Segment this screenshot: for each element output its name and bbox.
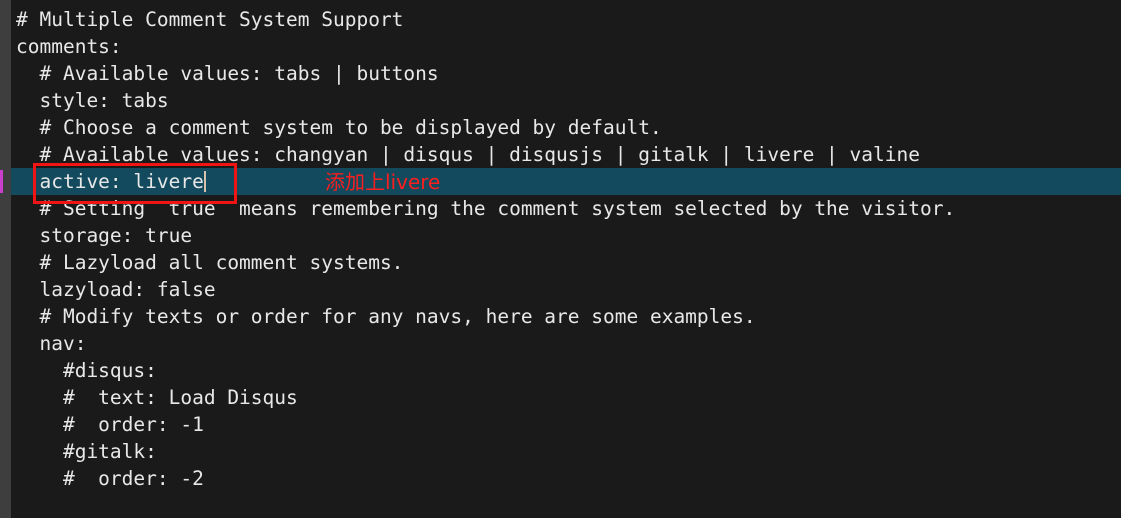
code-line[interactable]: # Multiple Comment System Support bbox=[11, 6, 1121, 33]
code-line-text: # Available values: tabs | buttons bbox=[16, 62, 439, 85]
code-line-text: active: livere bbox=[16, 170, 204, 193]
code-line-text: # Lazyload all comment systems. bbox=[16, 251, 404, 274]
code-line-text: style: tabs bbox=[16, 89, 169, 112]
code-line-text: # order: -1 bbox=[16, 413, 204, 436]
code-line-text: comments: bbox=[16, 35, 122, 58]
code-line[interactable]: # Available values: changyan | disqus | … bbox=[11, 141, 1121, 168]
code-line-text: #disqus: bbox=[16, 359, 157, 382]
code-line-text: # Available values: changyan | disqus | … bbox=[16, 143, 920, 166]
code-line[interactable]: # order: -1 bbox=[11, 411, 1121, 438]
code-line-text: nav: bbox=[16, 332, 87, 355]
code-line-text: # Choose a comment system to be displaye… bbox=[16, 116, 662, 139]
code-line[interactable]: nav: bbox=[11, 330, 1121, 357]
code-line[interactable]: storage: true bbox=[11, 222, 1121, 249]
code-line-text: # text: Load Disqus bbox=[16, 386, 298, 409]
active-line-marker-icon bbox=[0, 170, 3, 193]
code-line[interactable]: comments: bbox=[11, 33, 1121, 60]
code-line[interactable]: # order: -2 bbox=[11, 465, 1121, 492]
code-line[interactable]: lazyload: false bbox=[11, 276, 1121, 303]
code-line[interactable]: # Setting true means remembering the com… bbox=[11, 195, 1121, 222]
code-line[interactable]: style: tabs bbox=[11, 87, 1121, 114]
code-line-active[interactable]: active: livere bbox=[0, 168, 1121, 195]
code-line-text: # Setting true means remembering the com… bbox=[16, 197, 956, 220]
code-line-list: # Multiple Comment System Support comment… bbox=[0, 6, 1121, 492]
code-line-text: storage: true bbox=[16, 224, 193, 247]
code-editor-screenshot: # Multiple Comment System Support comment… bbox=[0, 0, 1121, 518]
code-line-text: #gitalk: bbox=[16, 440, 157, 463]
annotation-label: 添加上livere bbox=[325, 170, 441, 194]
editor-gutter-strip[interactable] bbox=[0, 0, 11, 518]
code-line[interactable]: # Available values: tabs | buttons bbox=[11, 60, 1121, 87]
code-line[interactable]: # Lazyload all comment systems. bbox=[11, 249, 1121, 276]
code-line[interactable]: # Choose a comment system to be displaye… bbox=[11, 114, 1121, 141]
code-line[interactable]: #disqus: bbox=[11, 357, 1121, 384]
code-line-text: # Multiple Comment System Support bbox=[16, 8, 404, 31]
code-line-text: # Modify texts or order for any navs, he… bbox=[16, 305, 756, 328]
code-line-text: # order: -2 bbox=[16, 467, 204, 490]
code-text-area[interactable]: # Multiple Comment System Support comment… bbox=[0, 0, 1121, 518]
text-caret bbox=[203, 171, 206, 192]
code-line[interactable]: #gitalk: bbox=[11, 438, 1121, 465]
code-line-text: lazyload: false bbox=[16, 278, 216, 301]
code-line[interactable]: # text: Load Disqus bbox=[11, 384, 1121, 411]
code-line[interactable]: # Modify texts or order for any navs, he… bbox=[11, 303, 1121, 330]
